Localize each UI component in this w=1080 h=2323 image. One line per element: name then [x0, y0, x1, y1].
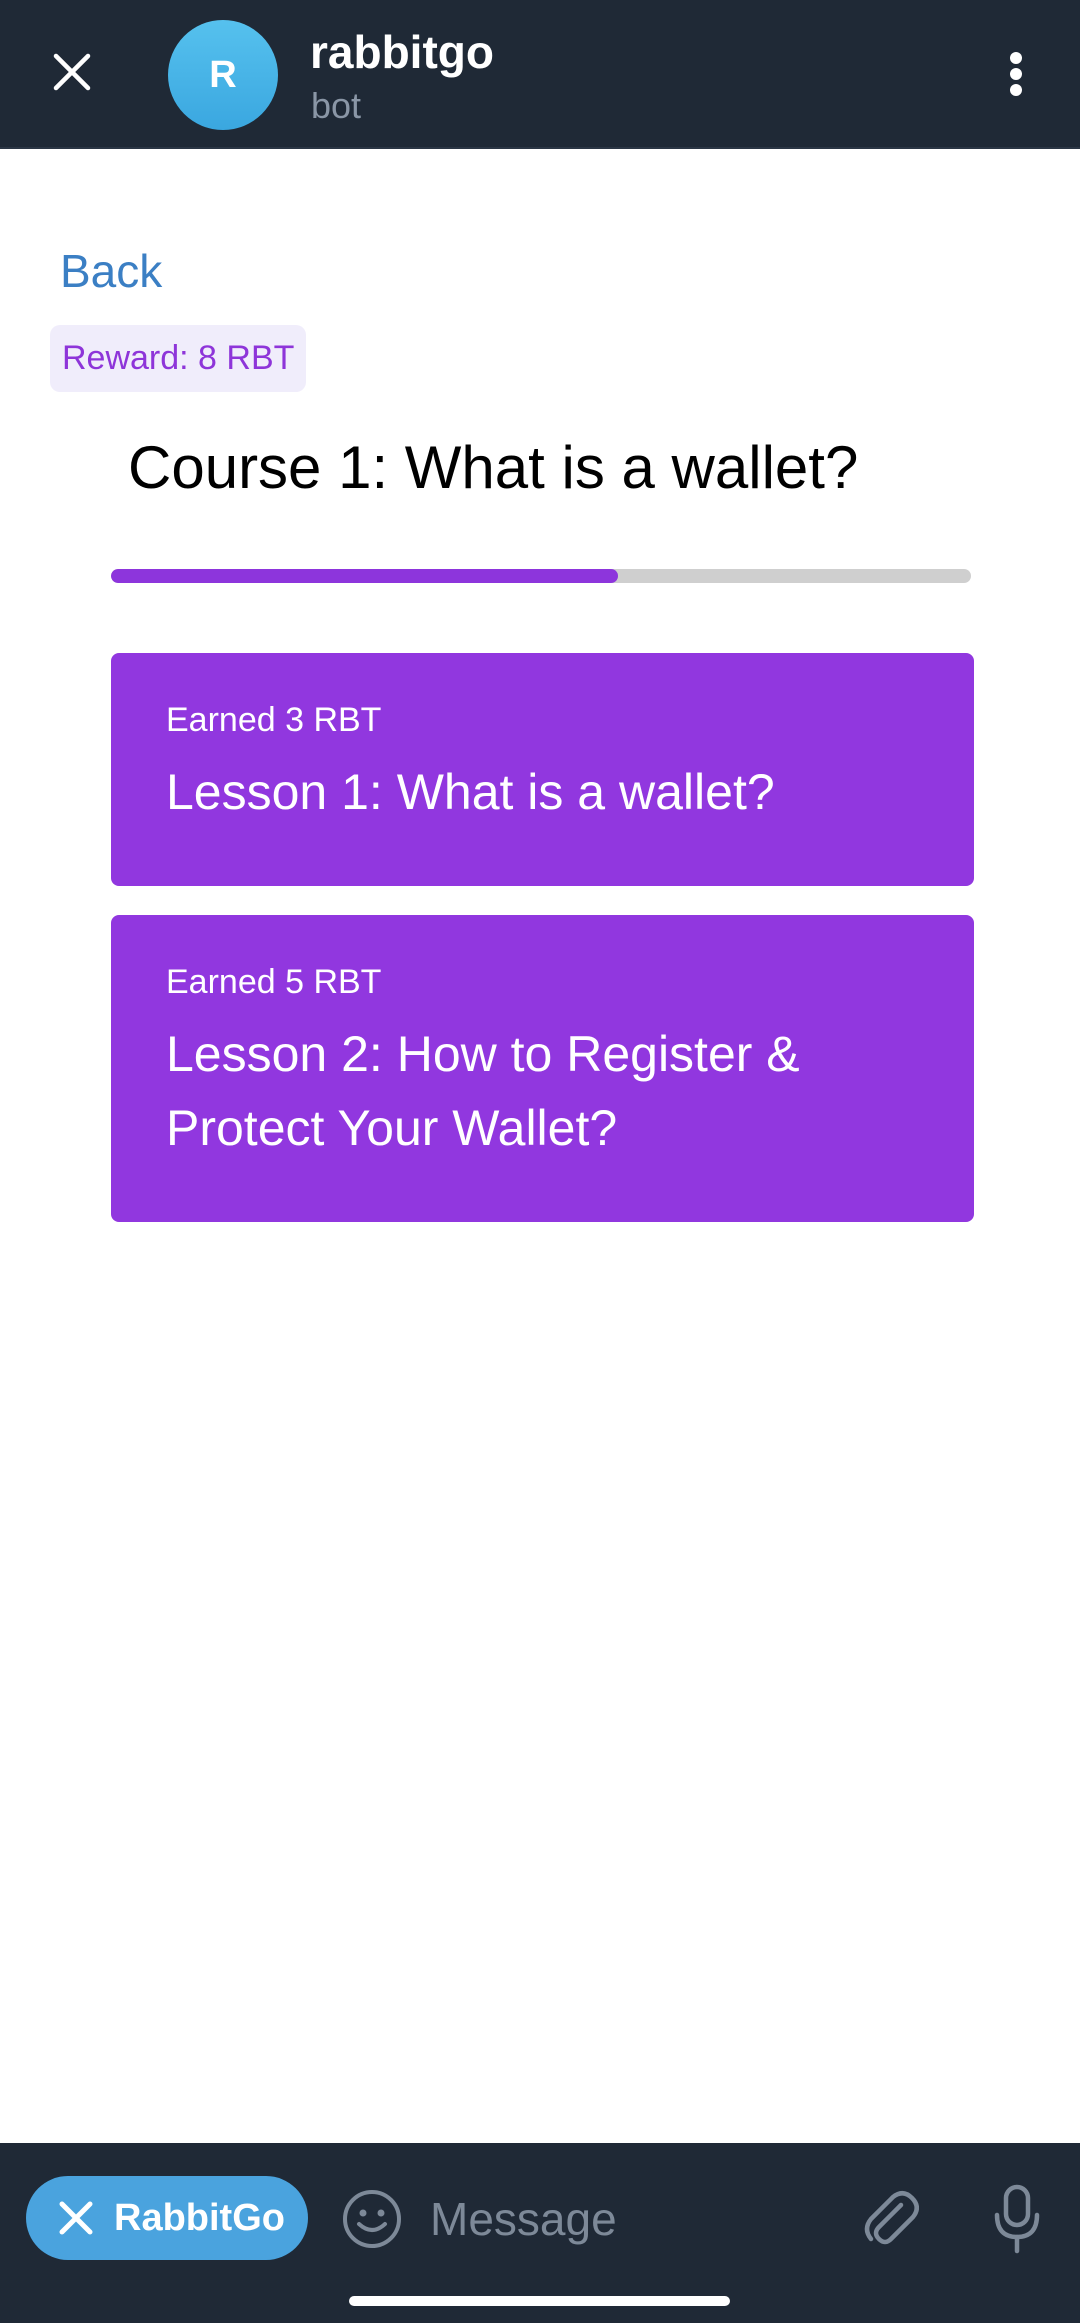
smile-icon[interactable]	[340, 2187, 404, 2251]
lesson-title: Lesson 1: What is a wallet?	[166, 764, 775, 820]
lesson-title: Lesson 2: How to Register & Protect Your…	[166, 1026, 800, 1156]
mini-app-screen: R rabbitgo bot Back Reward: 8 RBT Course…	[0, 0, 1080, 2323]
more-options-icon[interactable]	[990, 44, 1042, 104]
lesson-earned-label: Earned 3 RBT	[166, 701, 382, 739]
reward-badge: Reward: 8 RBT	[50, 325, 307, 392]
bot-menu-button[interactable]: RabbitGo	[26, 2176, 308, 2260]
lesson-card-2[interactable]: Earned 5 RBT Lesson 2: How to Register &…	[111, 915, 974, 1222]
avatar[interactable]: R	[168, 20, 278, 130]
close-icon	[56, 2198, 96, 2238]
chat-subtitle: bot	[311, 85, 362, 126]
course-title: Course 1: What is a wallet?	[128, 434, 859, 501]
course-progress-bar	[111, 569, 971, 583]
top-bar: R rabbitgo bot	[0, 0, 1080, 149]
course-progress-fill	[111, 569, 619, 583]
home-indicator	[349, 2296, 730, 2306]
lesson-card-1[interactable]: Earned 3 RBT Lesson 1: What is a wallet?	[111, 653, 974, 886]
chat-title: rabbitgo	[310, 26, 494, 78]
bot-menu-label: RabbitGo	[114, 2196, 285, 2239]
close-icon[interactable]	[42, 42, 102, 102]
paperclip-icon[interactable]	[858, 2183, 922, 2255]
avatar-letter: R	[209, 53, 237, 96]
message-input[interactable]	[430, 2183, 830, 2255]
lesson-earned-label: Earned 5 RBT	[166, 963, 382, 1001]
microphone-icon[interactable]	[985, 2181, 1049, 2257]
back-link[interactable]: Back	[60, 243, 162, 299]
